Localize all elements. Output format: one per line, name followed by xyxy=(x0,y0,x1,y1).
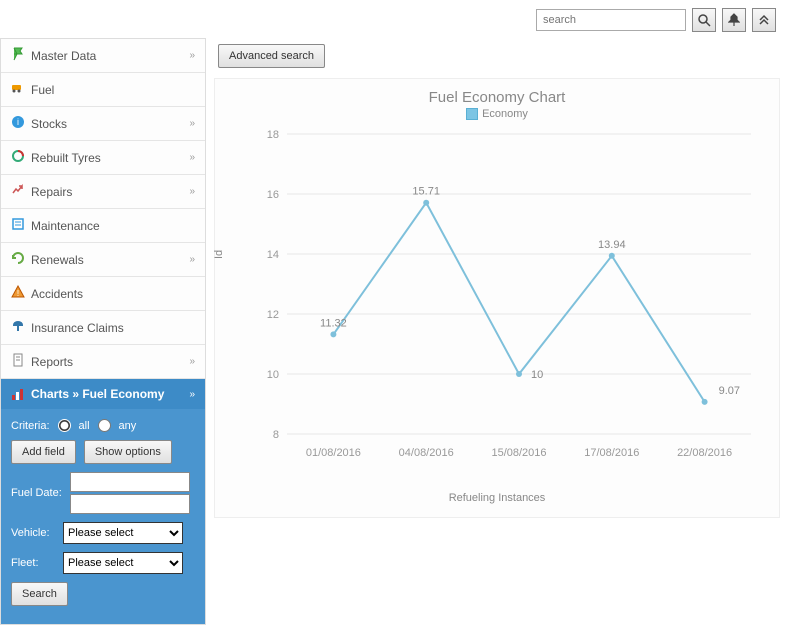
criteria-all-text: all xyxy=(79,420,90,432)
sidebar-item-label: Renewals xyxy=(31,253,84,267)
chevron-right-icon: » xyxy=(189,389,195,400)
chevron-right-icon: » xyxy=(189,254,195,265)
sidebar-item-renewals[interactable]: Renewals » xyxy=(1,243,205,277)
svg-text:9.07: 9.07 xyxy=(719,385,740,397)
sidebar-icon xyxy=(11,251,25,268)
search-input[interactable] xyxy=(536,9,686,31)
sidebar-active-label: Charts » Fuel Economy xyxy=(31,387,164,401)
criteria-any-text: any xyxy=(119,420,137,432)
charts-icon xyxy=(11,387,25,401)
sidebar-item-label: Maintenance xyxy=(31,219,100,233)
svg-text:8: 8 xyxy=(273,429,279,441)
chart-container: Fuel Economy Chart Economy Id 8 10 12 14 16 1… xyxy=(214,78,780,518)
fleet-select[interactable]: Please select xyxy=(63,552,183,574)
fuel-date-to-input[interactable] xyxy=(70,494,190,514)
chevron-right-icon: » xyxy=(189,152,195,163)
sidebar-item-fuel[interactable]: Fuel xyxy=(1,73,205,107)
svg-text:11.32: 11.32 xyxy=(320,317,347,329)
svg-text:10: 10 xyxy=(267,369,279,381)
vehicle-label: Vehicle: xyxy=(11,527,55,539)
sidebar-icon: i xyxy=(11,115,25,132)
pin-button[interactable] xyxy=(722,8,746,32)
sidebar-item-master-data[interactable]: Master Data » xyxy=(1,39,205,73)
svg-text:12: 12 xyxy=(267,309,279,321)
chevron-right-icon: » xyxy=(189,118,195,129)
criteria-all-radio[interactable] xyxy=(58,419,71,432)
add-field-button[interactable]: Add field xyxy=(11,440,76,464)
sidebar-icon xyxy=(11,217,25,234)
sidebar-icon xyxy=(11,353,25,370)
sidebar-item-rebuilt-tyres[interactable]: Rebuilt Tyres » xyxy=(1,141,205,175)
sidebar-item-reports[interactable]: Reports » xyxy=(1,345,205,379)
chart-xlabel: Refueling Instances xyxy=(223,492,771,504)
show-options-button[interactable]: Show options xyxy=(84,440,172,464)
svg-text:13.94: 13.94 xyxy=(598,239,626,251)
sidebar-item-label: Repairs xyxy=(31,185,72,199)
sidebar-icon: ! xyxy=(11,285,25,302)
sidebar-item-label: Reports xyxy=(31,355,73,369)
sidebar-item-accidents[interactable]: ! Accidents xyxy=(1,277,205,311)
svg-text:14: 14 xyxy=(267,249,279,261)
sidebar-icon xyxy=(11,149,25,166)
sidebar-icon xyxy=(11,319,25,336)
sidebar-icon xyxy=(11,183,25,200)
sidebar-item-label: Stocks xyxy=(31,117,67,131)
chart-ylabel: Id xyxy=(213,250,225,259)
svg-text:10: 10 xyxy=(531,369,543,381)
advanced-search-button[interactable]: Advanced search xyxy=(218,44,325,68)
svg-text:01/08/2016: 01/08/2016 xyxy=(306,447,361,459)
svg-text:22/08/2016: 22/08/2016 xyxy=(677,447,732,459)
criteria-label: Criteria: xyxy=(11,420,50,432)
vehicle-select[interactable]: Please select xyxy=(63,522,183,544)
fuel-date-label: Fuel Date: xyxy=(11,487,62,499)
svg-text:16: 16 xyxy=(267,189,279,201)
svg-text:17/08/2016: 17/08/2016 xyxy=(584,447,639,459)
filter-panel: Criteria: all any Add field Show options… xyxy=(1,409,205,624)
sidebar: Master Data»FueliStocks»Rebuilt Tyres»Re… xyxy=(0,38,206,625)
collapse-up-button[interactable] xyxy=(752,8,776,32)
sidebar-item-repairs[interactable]: Repairs » xyxy=(1,175,205,209)
fuel-date-from-input[interactable] xyxy=(70,472,190,492)
sidebar-item-label: Rebuilt Tyres xyxy=(31,151,101,165)
search-button-filter[interactable]: Search xyxy=(11,582,68,606)
sidebar-item-insurance-claims[interactable]: Insurance Claims xyxy=(1,311,205,345)
chevron-right-icon: » xyxy=(189,50,195,61)
sidebar-icon xyxy=(11,47,25,64)
sidebar-item-label: Insurance Claims xyxy=(31,321,124,335)
fleet-label: Fleet: xyxy=(11,557,55,569)
sidebar-icon xyxy=(11,81,25,98)
chart-legend: Economy xyxy=(223,108,771,120)
legend-label: Economy xyxy=(482,108,528,120)
chart-title: Fuel Economy Chart xyxy=(223,89,771,106)
svg-text:15.71: 15.71 xyxy=(412,186,440,198)
chevron-right-icon: » xyxy=(189,356,195,367)
sidebar-item-label: Master Data xyxy=(31,49,96,63)
chart-svg: 8 10 12 14 16 18 01/08/2016 04/08/2016 15/08/201… xyxy=(251,124,771,464)
svg-text:!: ! xyxy=(17,289,19,298)
svg-text:18: 18 xyxy=(267,129,279,141)
chevron-right-icon: » xyxy=(189,186,195,197)
svg-text:i: i xyxy=(17,117,19,127)
sidebar-active-charts[interactable]: Charts » Fuel Economy » xyxy=(1,379,205,409)
svg-text:15/08/2016: 15/08/2016 xyxy=(491,447,546,459)
criteria-any-radio[interactable] xyxy=(98,419,111,432)
sidebar-item-stocks[interactable]: i Stocks » xyxy=(1,107,205,141)
search-button[interactable] xyxy=(692,8,716,32)
svg-text:04/08/2016: 04/08/2016 xyxy=(399,447,454,459)
sidebar-item-maintenance[interactable]: Maintenance xyxy=(1,209,205,243)
sidebar-item-label: Fuel xyxy=(31,83,54,97)
legend-swatch-icon xyxy=(466,108,478,120)
sidebar-item-label: Accidents xyxy=(31,287,83,301)
